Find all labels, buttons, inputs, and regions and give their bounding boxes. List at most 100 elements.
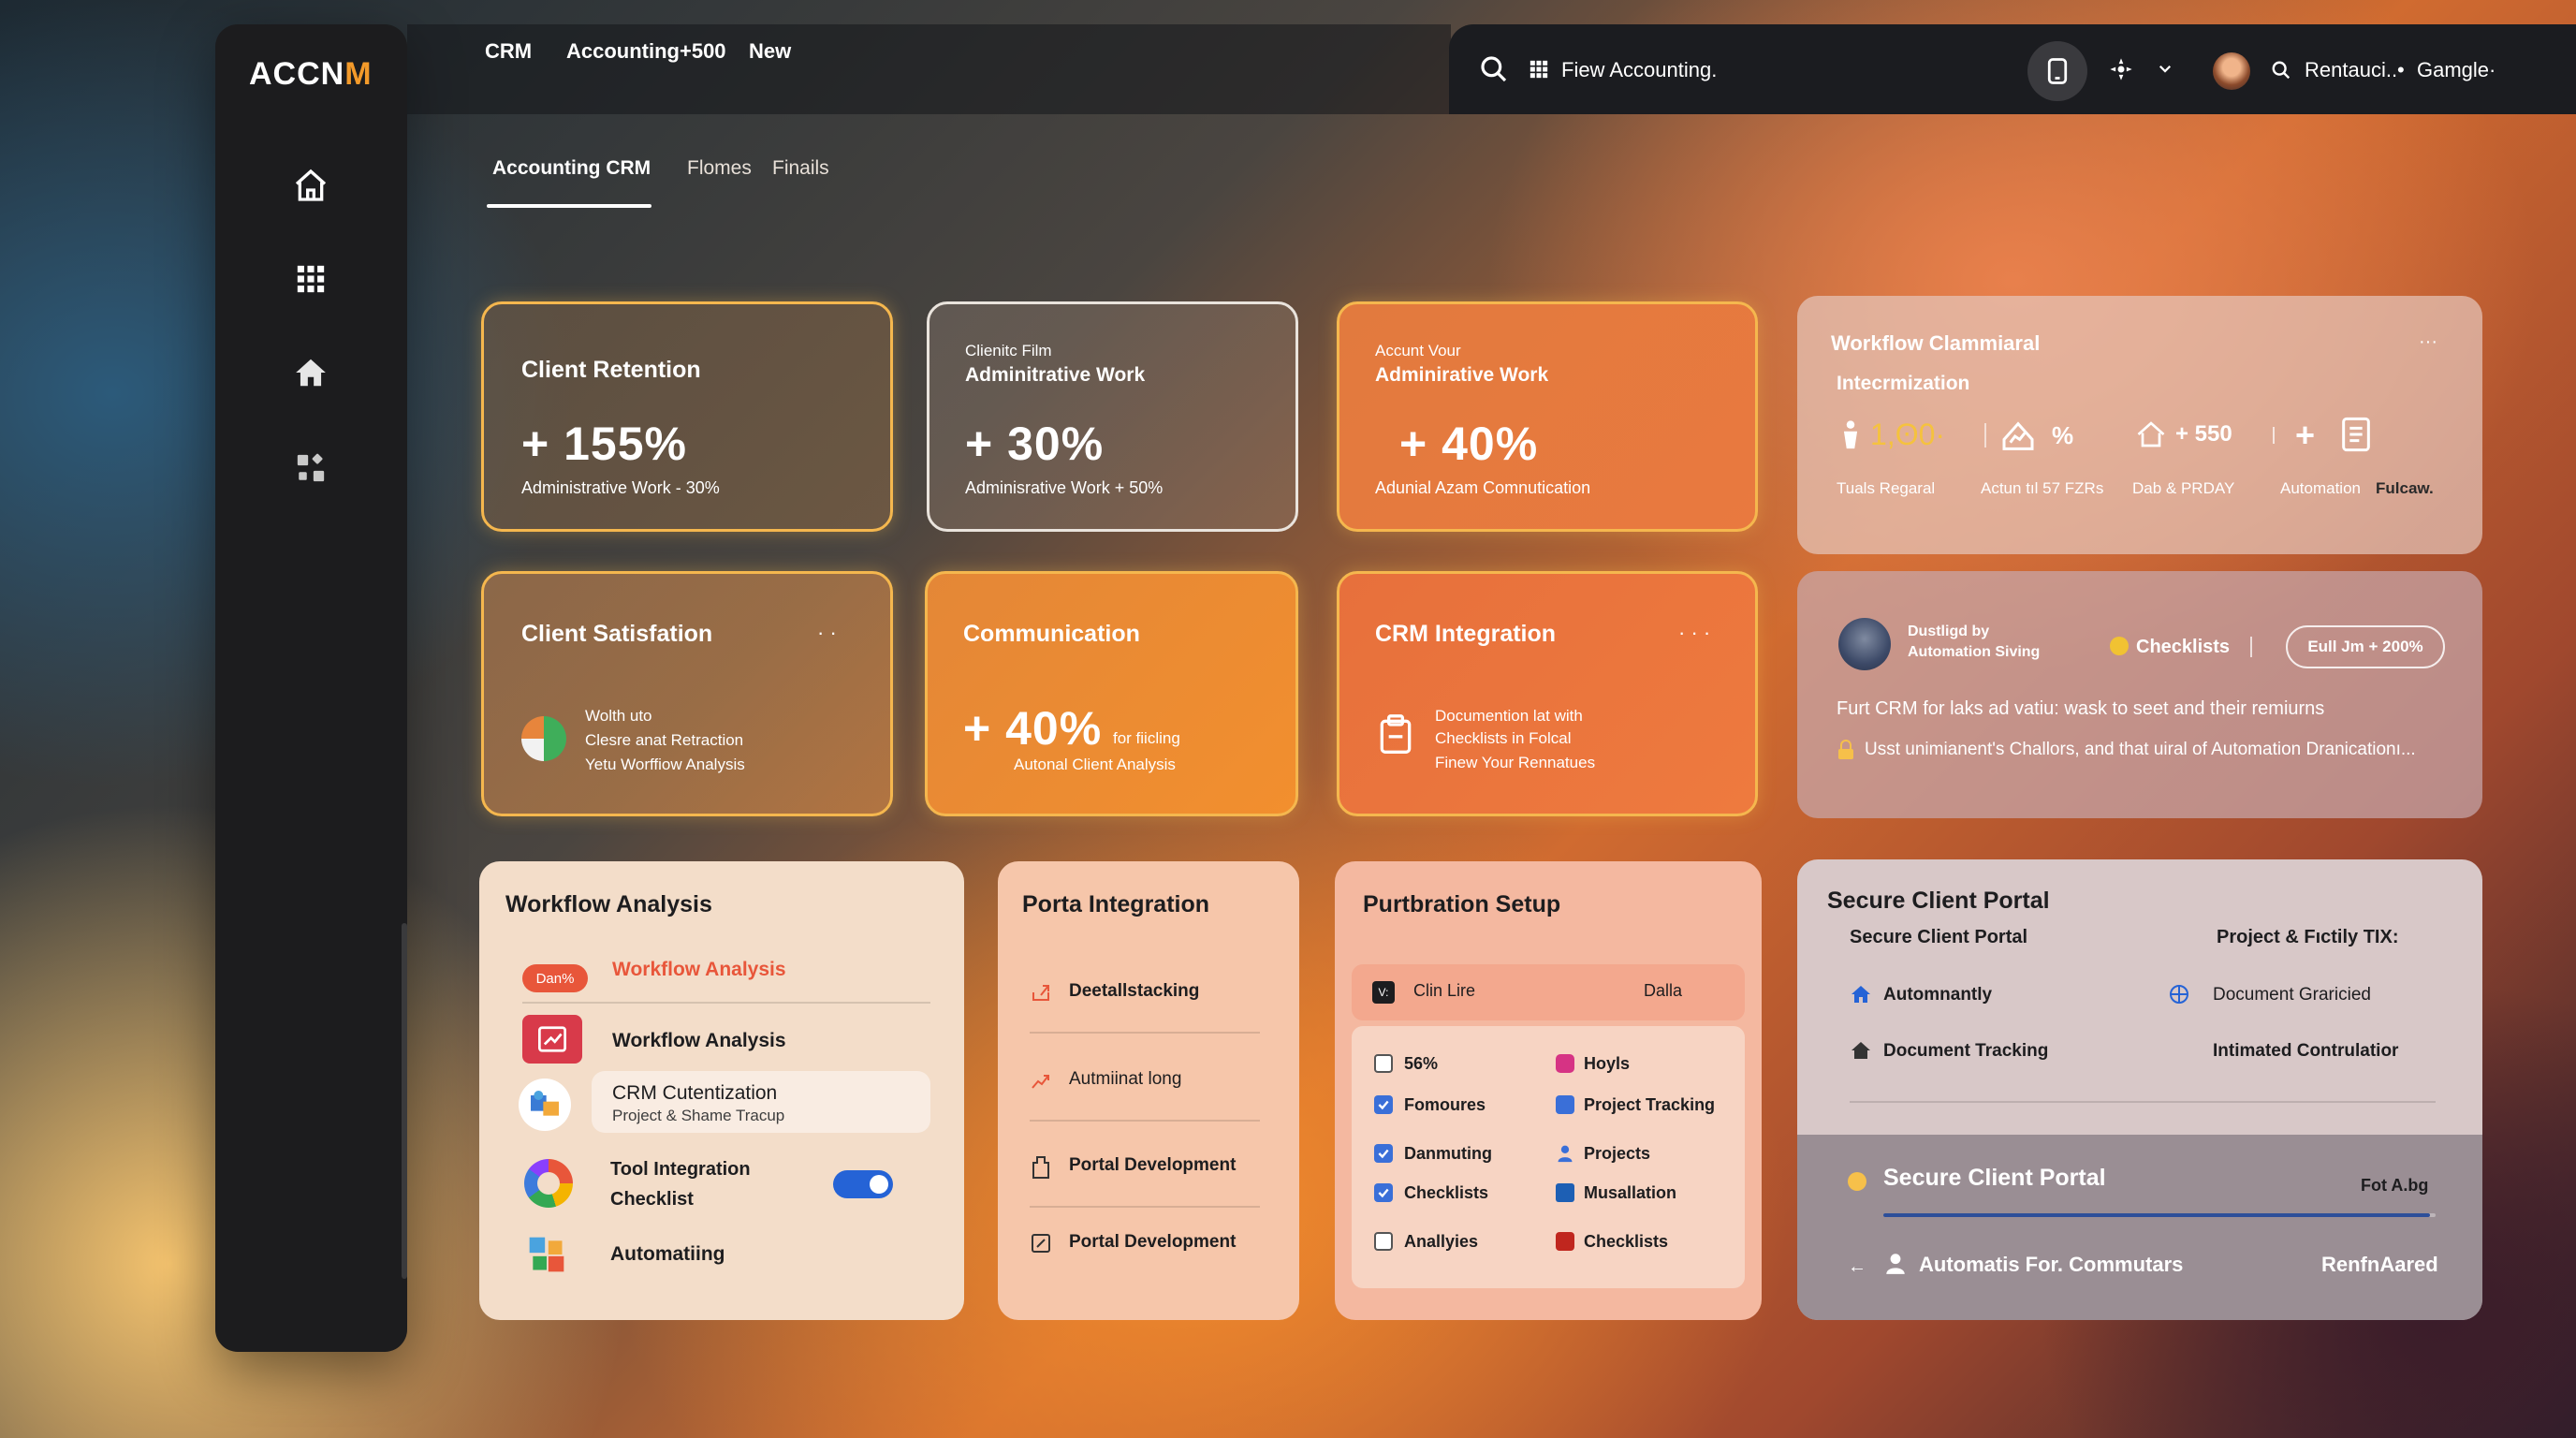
metric-divider [1984,423,1986,448]
growth-badge[interactable]: Eull Jm + 200% [2286,625,2445,668]
search-icon[interactable] [1479,54,1509,89]
stat-value: + 40% [963,702,1103,755]
card-crm-integration[interactable]: CRM Integration · · · Documention lat wi… [1337,571,1758,816]
list-item-active[interactable]: Workflow Analysis [612,959,786,981]
card-administrative-work[interactable]: Clienitc Film Adminitrative Work + 30% A… [927,301,1298,532]
apps-icon[interactable] [1530,60,1548,83]
portal-item[interactable]: Intimated Contrulatior [2213,1041,2398,1062]
checklists-label[interactable]: Checklists [2136,637,2230,658]
automation-text: Furt CRM for laks ad vatiu: wask to seet… [1837,698,2325,719]
list-item[interactable]: Portal Development [1069,1155,1236,1176]
footer-link[interactable]: Automatis For. Commutars [1919,1253,2183,1277]
list-item[interactable]: Automatiing [610,1243,724,1266]
home-outline-icon[interactable] [290,165,331,206]
brand-label[interactable]: Gamgle· [2417,58,2496,82]
card-line: Checklists in Folcal [1435,729,1572,747]
portal-item[interactable]: Automnantly [1883,985,1992,1005]
home-icon[interactable] [290,352,331,393]
card-workflow-summary[interactable]: Workflow Clammiaral ··· Intecrmization 1… [1797,296,2482,554]
card-title: Client Satisfation [521,621,713,647]
progress-fill [1883,1213,2431,1217]
puzzle-icon[interactable] [290,448,331,489]
edit-chart-icon [522,1015,582,1064]
divider [2250,637,2252,657]
home-refresh-icon [2134,418,2168,456]
checkbox-danmuting[interactable] [1374,1144,1393,1163]
card-administrative-work-2[interactable]: Accunt Vour Adminirative Work + 40% Adun… [1337,301,1758,532]
metric-value: + [2295,416,2316,454]
card-overline: Accunt Vour [1375,342,1461,360]
card-client-satisfaction[interactable]: Client Satisfation · · Wolth uto Clesre … [481,571,893,816]
list-item[interactable]: Autmiinat long [1069,1069,1181,1090]
list-item[interactable]: Tool Integration [610,1159,751,1181]
list-item[interactable]: CRM Cutentization [612,1082,777,1105]
card-communication[interactable]: Communication + 40% for fiicling Autonal… [925,571,1298,816]
panel-title: Secure Client Portal [1827,888,2050,914]
item-label[interactable]: Hoyls [1584,1054,1630,1074]
more-menu-icon[interactable]: · · · [1678,621,1710,645]
sidebar: ACCNM [215,24,407,1352]
metric-value: 1,ʘ0· [1870,418,1946,451]
item-label[interactable]: Project Tracking [1584,1095,1715,1115]
checkbox-fomoures[interactable] [1374,1095,1393,1114]
stat-value: + 40% [1399,418,1539,470]
metric-label: Automation [2280,479,2361,497]
list-item[interactable]: Workflow Analysis [612,1030,786,1052]
footer-link-right[interactable]: RenfnAared [2321,1253,2438,1277]
automation-text-2: Usst unimianent's Challors, and that uir… [1865,740,2416,759]
panel-title: Purtbration Setup [1363,891,1561,917]
avatar[interactable] [2213,52,2250,90]
metric-label: Tuals Regaral [1837,479,1936,497]
tab-accounting-crm[interactable]: Accounting CRM [492,157,651,180]
integration-toggle[interactable] [833,1170,893,1198]
status-dot-icon [2110,637,2129,655]
checklist-icon [1556,1232,1574,1251]
home-icon [1850,983,1872,1010]
automation-avatar [1838,618,1891,670]
automation-icon [526,1234,567,1280]
chevron-down-icon[interactable] [2157,60,2174,81]
grid-icon[interactable] [290,258,331,300]
portal-item[interactable]: Document Tracking [1883,1041,2048,1062]
checkbox-anallyies[interactable] [1374,1232,1393,1251]
settings-icon[interactable] [2108,56,2134,87]
card-line: Wolth uto [585,707,652,725]
client-avatar-icon [521,716,566,761]
item-label[interactable]: Musallation [1584,1183,1676,1203]
account-name[interactable]: Rentauci..• [2305,58,2405,82]
list-item-subtitle: Project & Shame Tracup [612,1107,785,1124]
account-search-icon[interactable] [2271,60,2291,85]
item-label[interactable]: Checklists [1584,1232,1668,1252]
card-line: Documention lat with [1435,707,1583,725]
card-client-retention[interactable]: Client Retention + 155% Administrative W… [481,301,893,532]
portal-item[interactable]: Document Graricied [2213,985,2371,1005]
checkbox-label: 56% [1404,1054,1439,1073]
panel-title: Porta Integration [1022,891,1210,917]
nav-crm[interactable]: CRM [485,39,532,64]
card-title: CRM Integration [1375,621,1557,647]
stat-subtitle: Autonal Client Analysis [1014,756,1176,773]
sidebar-scrollbar[interactable] [402,923,407,1279]
item-label[interactable]: Projects [1584,1144,1650,1164]
checkbox-56[interactable] [1374,1054,1393,1073]
panel-title: Workflow Analysis [505,891,712,917]
list-item[interactable]: Portal Development [1069,1232,1236,1253]
house-icon [1850,1039,1872,1066]
more-menu-icon[interactable]: · · [817,621,837,645]
tab-finails[interactable]: Finails [772,157,829,180]
app-logo[interactable]: ACCNM [249,56,373,93]
nav-accounting[interactable]: Accounting+500 [566,39,726,64]
device-button[interactable] [2027,41,2087,101]
search-input[interactable]: Fiew Accounting. [1561,58,1717,82]
setup-header[interactable] [1352,964,1745,1020]
list-item[interactable]: Deetallstacking [1069,981,1199,1002]
automation-name-2: Automation Siving [1908,644,2041,660]
more-menu-icon[interactable]: ··· [2419,331,2437,353]
checkbox-checklists[interactable] [1374,1183,1393,1202]
hoyls-icon [1556,1054,1574,1073]
divider [1030,1032,1260,1034]
card-automation[interactable]: Dustligd by Automation Siving Checklists… [1797,571,2482,818]
back-arrow-icon[interactable]: ← [1848,1256,1866,1278]
tab-flomes[interactable]: Flomes [687,157,752,180]
nav-new[interactable]: New [749,39,791,64]
